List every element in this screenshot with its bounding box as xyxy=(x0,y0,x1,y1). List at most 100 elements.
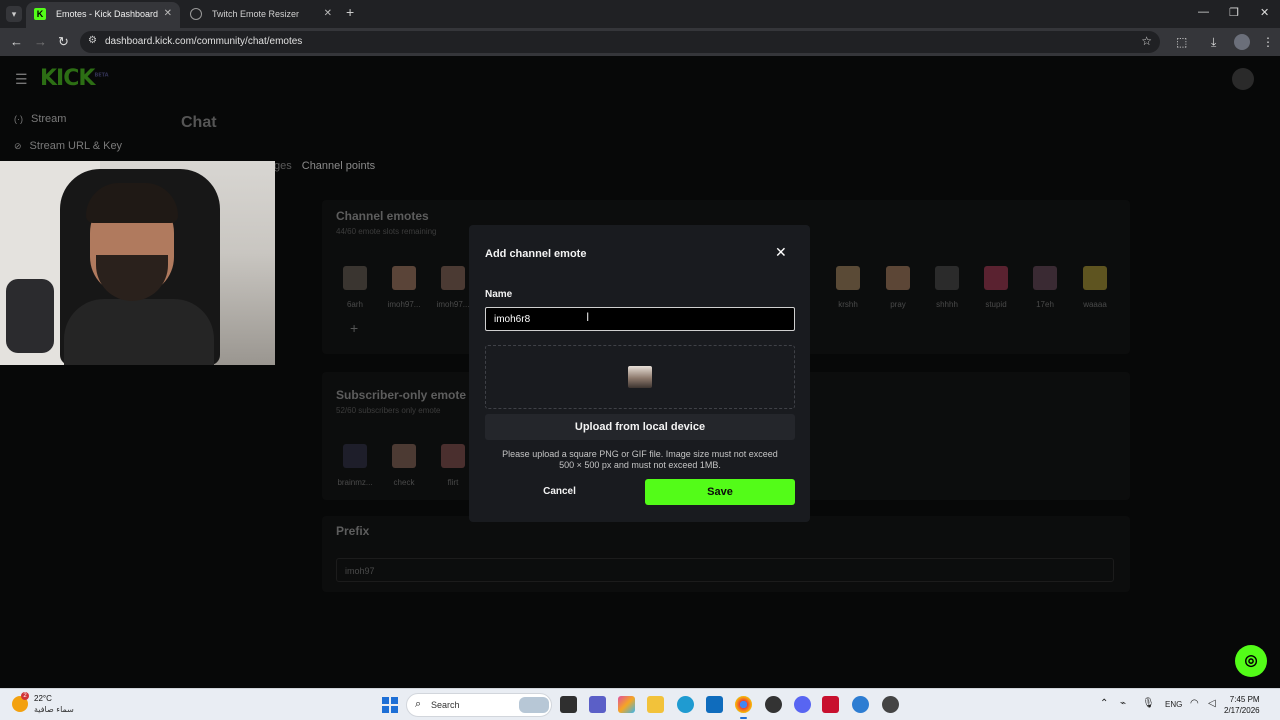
extensions-icon[interactable]: ⬚ xyxy=(1176,35,1187,49)
support-chat-icon[interactable]: ◎ xyxy=(1235,645,1267,677)
section-title: Prefix xyxy=(336,524,370,538)
kick-logo[interactable]: KICKBETA xyxy=(40,66,109,91)
add-emote-modal: Add channel emote ✕ Name I Upload from l… xyxy=(469,225,810,522)
file-explorer-icon[interactable] xyxy=(647,696,664,713)
emote-item[interactable]: imoh97... xyxy=(381,266,427,309)
language-indicator[interactable]: ENG xyxy=(1165,700,1182,709)
emote-image xyxy=(836,266,860,290)
globe-favicon-icon xyxy=(190,8,202,20)
browser-tab-bar: ▾ K Emotes - Kick Dashboard ✕ Twitch Emo… xyxy=(0,0,1280,28)
page-title: Chat xyxy=(181,114,217,131)
taskbar-search[interactable]: ⌕ Search xyxy=(406,693,552,717)
close-window-icon[interactable]: ✕ xyxy=(1260,6,1269,19)
emote-image xyxy=(441,266,465,290)
image-dropzone[interactable] xyxy=(485,345,795,409)
emote-item[interactable]: shhhh xyxy=(924,266,970,309)
system-clock[interactable]: 7:45 PM 2/17/2026 xyxy=(1224,694,1260,716)
site-info-icon[interactable]: ⚙ xyxy=(88,35,97,46)
tray-chevron-up-icon[interactable]: ⌃ xyxy=(1100,698,1108,709)
emote-item[interactable]: pray xyxy=(875,266,921,309)
emote-image xyxy=(392,444,416,468)
microphone-icon[interactable]: 🎙 xyxy=(1142,698,1155,709)
tab-title: Emotes - Kick Dashboard xyxy=(56,9,159,19)
tab-emotes-kick-dashboard[interactable]: K Emotes - Kick Dashboard ✕ xyxy=(26,2,180,28)
windows-taskbar: 2 22°C سماء صافية ⌕ Search ⌃ ⌁ 🎙 ENG ◠ ◁… xyxy=(0,688,1280,720)
emote-image xyxy=(984,266,1008,290)
save-button[interactable]: Save xyxy=(645,479,795,505)
search-icon: ⌕ xyxy=(415,698,422,710)
webcam-overlay xyxy=(0,161,275,365)
menu-kebab-icon[interactable]: ⋮ xyxy=(1262,35,1274,49)
emote-item[interactable]: krshh xyxy=(825,266,871,309)
section-title: Channel emotes xyxy=(336,209,429,223)
section-subtitle: 44/60 emote slots remaining xyxy=(336,227,437,236)
sidebar-item-stream-url-key[interactable]: ⊘ Stream URL & Key xyxy=(14,140,122,152)
remote-app-icon[interactable] xyxy=(852,696,869,713)
kick-dashboard-page: ☰ KICKBETA (·) Stream ⊘ Stream URL & Key C… xyxy=(0,56,1280,688)
teams-icon[interactable] xyxy=(589,696,606,713)
tab-search-icon[interactable]: ▾ xyxy=(6,6,22,22)
wifi-icon[interactable]: ◠ xyxy=(1190,698,1199,709)
store-icon[interactable] xyxy=(706,696,723,713)
edge-icon[interactable] xyxy=(677,696,694,713)
emote-preview-image xyxy=(628,366,652,388)
new-tab-icon[interactable]: + xyxy=(346,4,354,20)
emote-image xyxy=(343,444,367,468)
link-icon: ⊘ xyxy=(14,141,22,151)
kick-favicon-icon: K xyxy=(34,8,46,20)
section-title: Subscriber-only emote xyxy=(336,388,467,402)
copilot-icon[interactable] xyxy=(618,696,635,713)
user-avatar[interactable] xyxy=(1232,68,1254,90)
sidebar-item-stream[interactable]: (·) Stream xyxy=(14,113,66,125)
task-view-icon[interactable] xyxy=(560,696,577,713)
obs-icon[interactable] xyxy=(765,696,782,713)
chrome-icon[interactable] xyxy=(735,696,752,719)
tab-twitch-emote-resizer[interactable]: Twitch Emote Resizer ✕ xyxy=(182,2,340,28)
minimize-icon[interactable]: — xyxy=(1198,6,1209,18)
emote-item[interactable]: waaaa xyxy=(1072,266,1118,309)
chat-subtabs: ges Channel points xyxy=(274,160,375,172)
search-placeholder: Search xyxy=(431,700,460,710)
emote-image xyxy=(886,266,910,290)
emote-name-input[interactable] xyxy=(485,307,795,331)
profile-avatar[interactable] xyxy=(1234,34,1250,50)
network-icon[interactable]: ⌁ xyxy=(1120,698,1126,709)
cancel-button[interactable]: Cancel xyxy=(485,479,634,505)
close-icon[interactable]: ✕ xyxy=(775,244,787,261)
temperature: 22°C xyxy=(34,694,52,703)
upload-help-text: Please upload a square PNG or GIF file. … xyxy=(502,449,778,470)
overwatch-icon[interactable] xyxy=(882,696,899,713)
modal-title: Add channel emote xyxy=(485,248,587,260)
download-icon[interactable]: ⤓ xyxy=(1211,35,1216,50)
emote-image xyxy=(935,266,959,290)
windows-start-icon[interactable] xyxy=(382,697,398,713)
streamlabs-icon[interactable] xyxy=(822,696,839,713)
upload-button[interactable]: Upload from local device xyxy=(485,414,795,440)
bookmark-star-icon[interactable]: ☆ xyxy=(1141,34,1152,48)
volume-icon[interactable]: ◁ xyxy=(1208,698,1216,709)
tab-channel-points[interactable]: Channel points xyxy=(302,160,375,172)
close-tab-icon[interactable]: ✕ xyxy=(164,2,172,26)
restore-icon[interactable]: ❐ xyxy=(1229,6,1239,19)
emote-image xyxy=(392,266,416,290)
emote-item[interactable]: brainmz... xyxy=(332,444,378,487)
emote-item[interactable]: 17eh xyxy=(1022,266,1068,309)
address-bar[interactable]: ⚙ dashboard.kick.com/community/chat/emot… xyxy=(80,31,1160,53)
hamburger-menu-icon[interactable]: ☰ xyxy=(15,71,28,88)
reload-icon[interactable]: ↻ xyxy=(58,34,69,50)
emote-item[interactable]: 6arh xyxy=(332,266,378,309)
tab-title: Twitch Emote Resizer xyxy=(212,9,300,19)
tab-badges[interactable]: ges xyxy=(274,160,292,172)
discord-icon[interactable] xyxy=(794,696,811,713)
add-emote-icon[interactable]: + xyxy=(350,320,358,336)
emote-item[interactable]: check xyxy=(381,444,427,487)
section-subtitle: 52/60 subscribers only emote xyxy=(336,406,441,415)
prefix-input[interactable]: imoh97 xyxy=(336,558,1114,582)
close-tab-icon[interactable]: ✕ xyxy=(324,2,332,26)
emote-image xyxy=(1033,266,1057,290)
text-cursor-icon: I xyxy=(586,310,590,324)
back-icon[interactable]: ← xyxy=(10,34,23,49)
prefix-section: Prefix imoh97 xyxy=(322,516,1130,592)
emote-item[interactable]: stupid xyxy=(973,266,1019,309)
forward-icon[interactable]: → xyxy=(34,34,47,49)
